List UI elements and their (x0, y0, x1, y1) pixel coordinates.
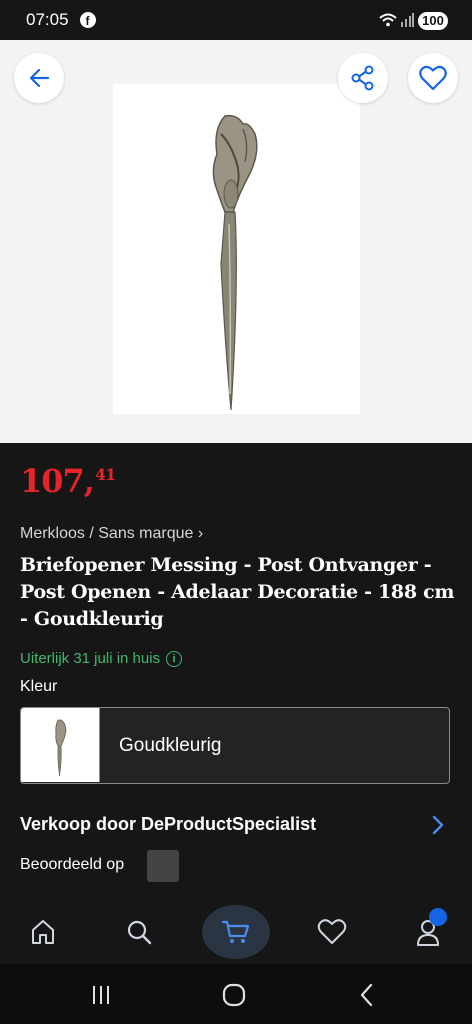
back-icon[interactable] (354, 982, 380, 1008)
chevron-right-icon[interactable] (428, 814, 448, 836)
share-icon (351, 65, 374, 91)
rating-badge (147, 850, 179, 882)
recent-apps-icon[interactable] (88, 982, 114, 1008)
rated-label: Beoordeeld op (20, 856, 125, 873)
system-navigation-bar (0, 964, 472, 1024)
notification-badge (429, 908, 447, 926)
signal-icon (401, 13, 414, 27)
product-image[interactable] (113, 84, 360, 414)
favorite-button[interactable] (408, 53, 458, 103)
bottom-navigation (0, 900, 472, 964)
home-circle-icon[interactable] (221, 982, 247, 1008)
nav-search[interactable] (115, 908, 163, 956)
battery-icon: 100 (418, 12, 448, 30)
wifi-icon (379, 13, 397, 27)
info-icon[interactable]: i (166, 650, 183, 667)
product-title: Briefopener Messing - Post Ontvanger - P… (20, 554, 455, 630)
delivery-text: Uiterlijk 31 juli in huis (20, 650, 161, 667)
back-button[interactable] (14, 53, 64, 103)
brand-label: Merkloos / Sans marque (20, 525, 194, 542)
status-time: 07:05 (26, 10, 69, 29)
search-icon (127, 920, 152, 945)
seller-link[interactable]: Verkoop door DeProductSpecialist (20, 814, 316, 835)
heart-icon (317, 919, 347, 944)
color-option-selected[interactable]: Goudkleurig (20, 707, 450, 784)
price-main: 107, (20, 462, 95, 500)
share-button[interactable] (338, 53, 388, 103)
status-bar: 07:05 f 100 (0, 0, 472, 40)
price-cents: 41 (94, 465, 116, 484)
cart-icon (221, 920, 250, 943)
svg-text:f: f (86, 14, 91, 28)
color-label: Kleur (20, 678, 58, 695)
delivery-info: Uiterlijk 31 juli in huis i (20, 650, 183, 667)
nav-favorites[interactable] (308, 908, 356, 956)
nav-home[interactable] (19, 908, 67, 956)
heart-icon (419, 65, 447, 91)
product-price: 107,41 (20, 462, 116, 500)
color-option-label: Goudkleurig (119, 735, 222, 756)
nav-cart[interactable] (202, 905, 270, 959)
chevron-right-icon: › (197, 525, 204, 542)
brand-link[interactable]: Merkloos / Sans marque › (20, 525, 203, 543)
facebook-icon: f (80, 12, 96, 28)
color-thumbnail (21, 708, 100, 782)
back-arrow-icon (29, 68, 50, 88)
home-icon (32, 920, 54, 944)
